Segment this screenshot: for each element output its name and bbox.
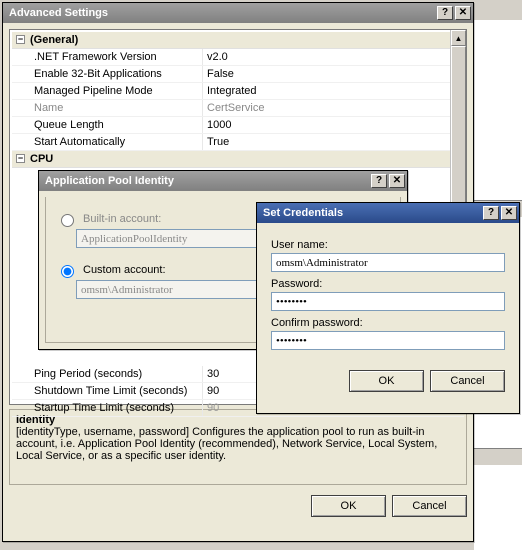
grid-label: Managed Pipeline Mode [12, 83, 202, 99]
grid-label: Shutdown Time Limit (seconds) [12, 383, 202, 399]
ok-button[interactable]: OK [349, 370, 424, 392]
close-button[interactable]: ✕ [501, 206, 517, 220]
grid-label: Ping Period (seconds) [12, 366, 202, 382]
grid-value[interactable]: False [202, 66, 464, 82]
grid-label: Startup Time Limit (seconds) [12, 400, 202, 416]
credentials-body: User name: Password: Confirm password: O… [257, 223, 519, 402]
help-button[interactable]: ? [483, 206, 499, 220]
background-divider [474, 448, 522, 466]
close-button[interactable]: ✕ [389, 174, 405, 188]
custom-account-radio[interactable] [61, 265, 74, 278]
grid-row: Queue Length1000 [12, 117, 464, 134]
credentials-titlebar[interactable]: Set Credentials ? ✕ [257, 203, 519, 223]
description-pane: Identity [identityType, username, passwo… [9, 409, 467, 485]
grid-row: Managed Pipeline ModeIntegrated [12, 83, 464, 100]
custom-account-label: Custom account: [83, 264, 166, 276]
help-button[interactable]: ? [437, 6, 453, 20]
builtin-account-label: Built-in account: [83, 213, 161, 225]
ok-button[interactable]: OK [311, 495, 386, 517]
identity-title: Application Pool Identity [45, 175, 369, 187]
username-input[interactable] [271, 253, 505, 272]
advanced-settings-titlebar[interactable]: Advanced Settings ? ✕ [3, 3, 473, 23]
grid-value: CertService [202, 100, 464, 116]
category-general[interactable]: − (General) [12, 32, 464, 49]
category-cpu-label: CPU [30, 153, 53, 165]
scroll-up-icon[interactable]: ▲ [451, 30, 466, 46]
grid-label: .NET Framework Version [12, 49, 202, 65]
confirm-password-label: Confirm password: [271, 317, 505, 329]
custom-account-field [76, 280, 276, 299]
cancel-button[interactable]: Cancel [392, 495, 467, 517]
grid-label: Start Automatically [12, 134, 202, 150]
collapse-icon[interactable]: − [16, 35, 25, 44]
collapse-icon[interactable]: − [16, 154, 25, 163]
credentials-title: Set Credentials [263, 207, 481, 219]
help-button[interactable]: ? [371, 174, 387, 188]
cancel-button[interactable]: Cancel [430, 370, 505, 392]
password-input[interactable] [271, 292, 505, 311]
password-label: Password: [271, 278, 505, 290]
grid-value[interactable]: Integrated [202, 83, 464, 99]
advanced-dialog-buttons: OK Cancel [9, 489, 467, 517]
builtin-account-field [76, 229, 276, 248]
username-label: User name: [271, 239, 505, 251]
grid-row: NameCertService [12, 100, 464, 117]
category-general-label: (General) [30, 34, 78, 46]
grid-row: Enable 32-Bit ApplicationsFalse [12, 66, 464, 83]
confirm-password-input[interactable] [271, 331, 505, 350]
set-credentials-dialog: Set Credentials ? ✕ User name: Password:… [256, 202, 520, 414]
grid-row: .NET Framework Versionv2.0 [12, 49, 464, 66]
grid-label: Queue Length [12, 117, 202, 133]
description-body: [identityType, username, password] Confi… [16, 426, 460, 462]
credentials-buttons: OK Cancel [271, 364, 505, 392]
identity-titlebar[interactable]: Application Pool Identity ? ✕ [39, 171, 407, 191]
grid-value[interactable]: v2.0 [202, 49, 464, 65]
builtin-account-radio[interactable] [61, 214, 74, 227]
grid-label: Name [12, 100, 202, 116]
grid-label: Enable 32-Bit Applications [12, 66, 202, 82]
grid-value[interactable]: 1000 [202, 117, 464, 133]
close-button[interactable]: ✕ [455, 6, 471, 20]
grid-row: Start AutomaticallyTrue [12, 134, 464, 151]
grid-value[interactable]: True [202, 134, 464, 150]
advanced-settings-title: Advanced Settings [9, 7, 435, 19]
category-cpu[interactable]: − CPU [12, 151, 464, 168]
